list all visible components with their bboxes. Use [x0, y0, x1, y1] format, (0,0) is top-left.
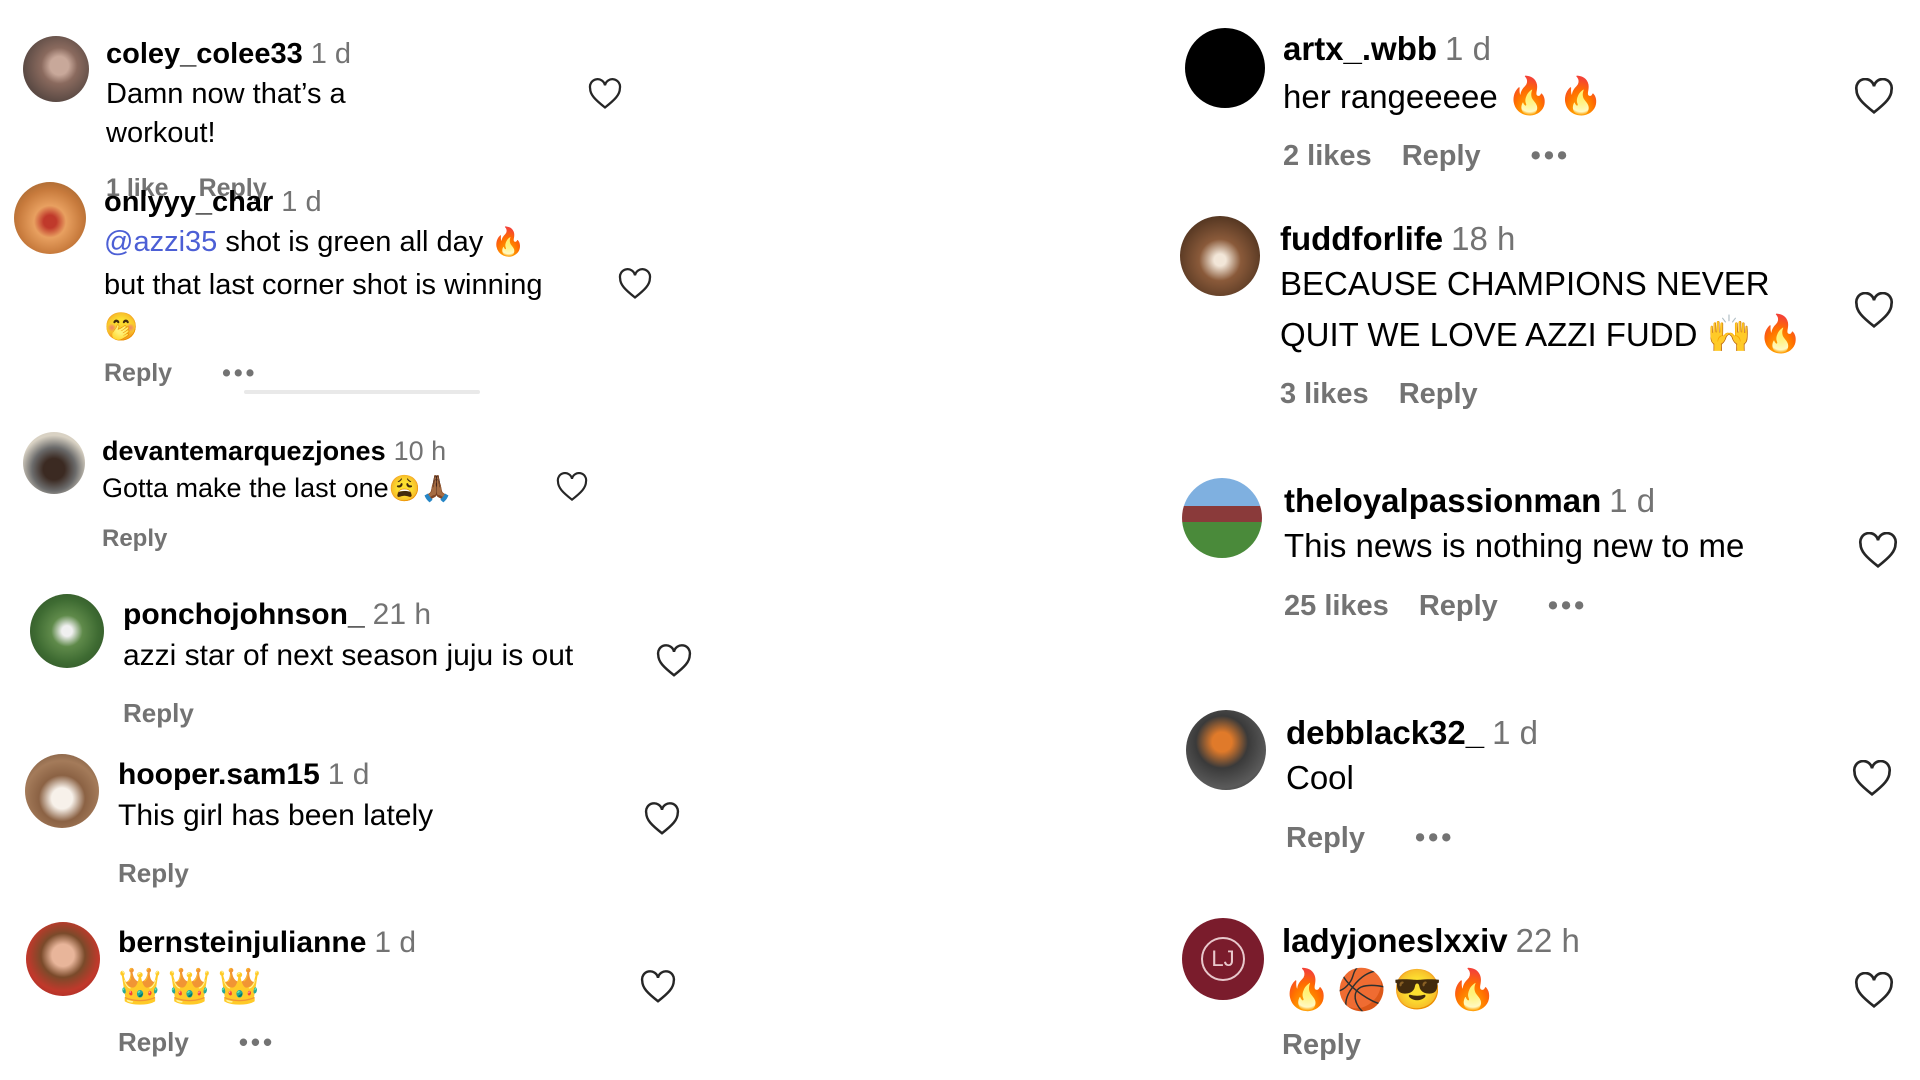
- heart-icon[interactable]: [1854, 972, 1894, 1009]
- more-options-icon[interactable]: •••: [222, 359, 257, 388]
- heart-icon[interactable]: [1854, 292, 1894, 329]
- heart-icon[interactable]: [1854, 78, 1894, 115]
- username[interactable]: devantemarquezjones: [102, 436, 386, 466]
- raising-hands-emoji: 🙌: [1706, 312, 1752, 354]
- reply-button[interactable]: Reply: [123, 698, 194, 729]
- username[interactable]: ponchojohnson_: [123, 598, 365, 631]
- username[interactable]: coley_colee33: [106, 38, 303, 70]
- avatar[interactable]: [1180, 216, 1260, 296]
- timestamp: 21 h: [372, 598, 432, 631]
- timestamp: 1 d: [310, 38, 352, 70]
- avatar[interactable]: [14, 182, 86, 254]
- heart-icon[interactable]: [1852, 760, 1892, 797]
- scroll-indicator: [244, 390, 480, 394]
- comment-text: Damn now that’s a workout!: [106, 78, 346, 149]
- reply-button[interactable]: Reply: [104, 359, 172, 388]
- crown-emoji: 👑: [217, 967, 262, 1006]
- avatar-monogram: LJ: [1201, 937, 1245, 981]
- more-options-icon[interactable]: •••: [1548, 590, 1587, 623]
- timestamp: 1 d: [1445, 30, 1491, 67]
- comment-text: Cool: [1286, 759, 1354, 796]
- username[interactable]: artx_.wbb: [1283, 30, 1437, 67]
- reply-button[interactable]: Reply: [1419, 590, 1498, 623]
- crown-emoji: 👑: [167, 967, 212, 1006]
- username[interactable]: ladyjoneslxxiv: [1282, 922, 1508, 959]
- heart-icon[interactable]: [1858, 532, 1898, 569]
- username[interactable]: bernsteinjulianne: [118, 926, 366, 959]
- avatar[interactable]: [26, 922, 100, 996]
- reply-button[interactable]: Reply: [1399, 378, 1478, 411]
- fire-emoji: 🔥: [1757, 312, 1804, 354]
- likes-count[interactable]: 25 likes: [1284, 590, 1389, 623]
- comment-text: Gotta make the last one: [102, 473, 389, 503]
- comment-text: shot is green all day: [217, 226, 484, 258]
- avatar[interactable]: LJ: [1182, 918, 1264, 1000]
- comment-text: but that last corner shot is winning: [104, 268, 543, 301]
- more-options-icon[interactable]: •••: [1415, 822, 1454, 855]
- timestamp: 1 d: [1492, 714, 1538, 751]
- comment-text: her rangeeeee: [1283, 78, 1498, 115]
- fire-emoji: 🔥: [1282, 968, 1332, 1012]
- sunglasses-emoji: 😎: [1392, 968, 1442, 1012]
- avatar[interactable]: [30, 594, 104, 668]
- timestamp: 1 d: [1609, 482, 1656, 519]
- more-options-icon[interactable]: •••: [239, 1027, 275, 1058]
- fire-emoji: 🔥: [1558, 75, 1604, 116]
- timestamp: 1 d: [374, 926, 417, 959]
- timestamp: 10 h: [393, 436, 447, 466]
- heart-icon[interactable]: [618, 268, 652, 300]
- timestamp: 1 d: [327, 758, 370, 791]
- reply-button[interactable]: Reply: [1402, 140, 1481, 173]
- blushing-emoji: 🤭: [104, 311, 139, 343]
- likes-count[interactable]: 2 likes: [1283, 140, 1372, 173]
- fire-emoji: 🔥: [491, 226, 526, 257]
- reply-button[interactable]: Reply: [118, 858, 189, 889]
- username[interactable]: theloyalpassionman: [1284, 482, 1601, 519]
- more-options-icon[interactable]: •••: [1531, 140, 1570, 173]
- comment-text: BECAUSE CHAMPIONS NEVER: [1280, 265, 1770, 302]
- fire-emoji: 🔥: [1506, 75, 1553, 116]
- timestamp: 18 h: [1451, 220, 1516, 257]
- avatar[interactable]: [23, 432, 85, 494]
- mention-link[interactable]: @azzi35: [104, 226, 217, 258]
- heart-icon[interactable]: [640, 970, 676, 1004]
- username[interactable]: onlyyy_char: [104, 186, 273, 218]
- username[interactable]: debblack32_: [1286, 714, 1484, 751]
- avatar[interactable]: [23, 36, 89, 102]
- fire-emoji: 🔥: [1447, 968, 1498, 1012]
- heart-icon[interactable]: [556, 472, 588, 502]
- avatar[interactable]: [1186, 710, 1266, 790]
- praying-hands-emoji: 🙏🏾: [420, 475, 453, 503]
- comment-text: QUIT WE LOVE AZZI FUDD: [1280, 315, 1698, 353]
- likes-count[interactable]: 3 likes: [1280, 378, 1369, 411]
- heart-icon[interactable]: [588, 78, 622, 110]
- weary-emoji: 😩: [388, 475, 421, 503]
- avatar[interactable]: [1182, 478, 1262, 558]
- avatar[interactable]: [1185, 28, 1265, 108]
- avatar[interactable]: [25, 754, 99, 828]
- comment-text: azzi star of next season juju is out: [123, 639, 574, 672]
- username[interactable]: fuddforlife: [1280, 220, 1443, 257]
- reply-button[interactable]: Reply: [1286, 822, 1365, 855]
- reply-button[interactable]: Reply: [102, 525, 167, 553]
- comment-text: This news is nothing new to me: [1284, 527, 1745, 564]
- username[interactable]: hooper.sam15: [118, 758, 320, 791]
- timestamp: 1 d: [281, 186, 322, 218]
- heart-icon[interactable]: [644, 802, 680, 836]
- reply-button[interactable]: Reply: [118, 1027, 189, 1058]
- reply-button[interactable]: Reply: [1282, 1029, 1361, 1062]
- comment-text: This girl has been lately: [118, 799, 434, 832]
- crown-emoji: 👑: [118, 967, 162, 1006]
- heart-icon[interactable]: [656, 644, 692, 678]
- timestamp: 22 h: [1515, 922, 1580, 959]
- basketball-emoji: 🏀: [1337, 968, 1387, 1012]
